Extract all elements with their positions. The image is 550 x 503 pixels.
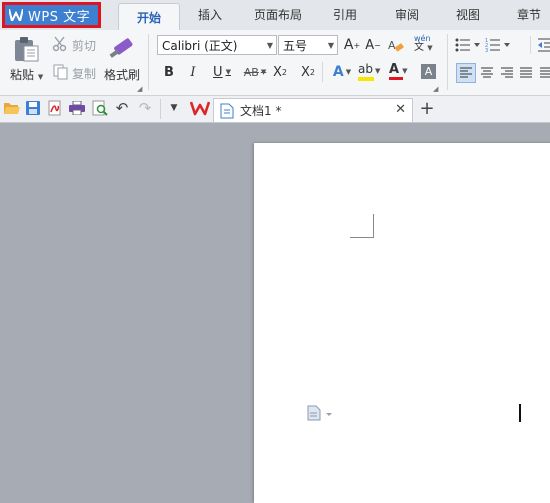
highlight-icon[interactable]: ab ▼ — [358, 62, 386, 82]
bullet-list-icon[interactable] — [455, 37, 481, 53]
font-color-bar — [389, 77, 403, 80]
close-icon[interactable]: ✕ — [395, 102, 406, 117]
redo-icon[interactable]: ↷ — [137, 99, 153, 117]
increase-font-icon[interactable]: A + — [343, 36, 361, 54]
font-family-select[interactable]: Calibri (正文) ▼ — [157, 35, 277, 55]
print-preview-icon[interactable] — [92, 100, 108, 116]
open-folder-icon[interactable] — [4, 101, 20, 115]
decrease-font-icon[interactable]: A − — [364, 36, 382, 54]
new-tab-icon[interactable]: + — [418, 98, 436, 119]
tab-page-layout[interactable]: 页面布局 — [248, 6, 308, 24]
phonetic-guide-icon[interactable]: wén 文 ▼ — [414, 34, 442, 54]
cut-button[interactable]: 剪切 — [72, 37, 96, 54]
svg-text:3: 3 — [485, 48, 488, 53]
subscript-icon[interactable]: X2 — [300, 64, 316, 80]
format-painter-button[interactable]: 格式刷 — [104, 66, 140, 83]
format-painter-icon[interactable] — [108, 36, 134, 62]
font-color-icon[interactable]: A ▼ — [389, 62, 417, 82]
ribbon-separator — [148, 34, 149, 90]
text-effect-icon[interactable]: A ▼ — [329, 63, 355, 81]
copy-button[interactable]: 复制 — [72, 65, 96, 82]
ribbon-separator — [530, 36, 531, 54]
superscript-icon[interactable]: X2 — [272, 64, 288, 80]
print-icon[interactable] — [69, 100, 85, 116]
clear-format-icon[interactable]: A — [388, 37, 404, 53]
tab-insert[interactable]: 插入 — [190, 6, 230, 24]
tab-chapter[interactable]: 章节 — [508, 6, 550, 24]
strikethrough-icon[interactable]: AB ▼ — [240, 64, 270, 80]
dialog-launcher-icon[interactable]: ◢ — [137, 85, 142, 93]
document-tab-title: 文档1 * — [240, 104, 282, 118]
tab-home[interactable]: 开始 — [118, 3, 180, 31]
decrease-indent-icon[interactable] — [538, 37, 550, 53]
paste-icon[interactable] — [12, 36, 40, 62]
character-shading-icon[interactable]: A — [421, 64, 436, 79]
customize-toolbar-icon[interactable]: ▼ — [167, 101, 181, 115]
tab-view[interactable]: 视图 — [448, 6, 488, 24]
chevron-down-icon: ▼ — [266, 41, 273, 50]
undo-icon[interactable]: ↶ — [114, 99, 130, 117]
document-tab[interactable]: 文档1 * ✕ — [213, 98, 413, 122]
app-title: WPS 文字 — [28, 9, 91, 25]
scissors-icon[interactable] — [52, 36, 68, 52]
dialog-launcher-icon[interactable]: ◢ — [433, 85, 438, 93]
document-icon — [220, 103, 234, 119]
document-page[interactable] — [254, 143, 550, 503]
align-center-icon[interactable] — [478, 64, 496, 82]
export-pdf-icon[interactable] — [47, 100, 63, 116]
align-justify-icon[interactable] — [517, 64, 535, 82]
ribbon-separator — [322, 62, 323, 82]
text-cursor — [519, 404, 521, 422]
tab-references[interactable]: 引用 — [325, 6, 365, 24]
italic-icon[interactable]: I — [186, 64, 200, 80]
underline-icon[interactable]: U ▼ — [210, 64, 234, 80]
paste-button[interactable]: 粘贴 ▼ — [10, 66, 43, 83]
ribbon-separator — [447, 34, 448, 90]
distributed-align-icon[interactable] — [537, 64, 550, 82]
align-right-icon[interactable] — [498, 64, 516, 82]
chevron-down-icon: ▼ — [327, 41, 334, 50]
font-size-select[interactable]: 五号 ▼ — [278, 35, 338, 55]
wps-home-icon[interactable] — [189, 100, 211, 116]
toolbar-separator — [160, 99, 161, 119]
paste-options-icon[interactable] — [307, 405, 333, 421]
save-icon[interactable] — [26, 101, 40, 115]
highlight-color-bar — [358, 77, 374, 81]
align-left-icon[interactable] — [456, 63, 476, 83]
margin-corner-marker — [350, 214, 374, 238]
svg-text:A: A — [388, 39, 396, 52]
copy-icon[interactable] — [52, 64, 68, 80]
numbered-list-icon[interactable]: 123 — [485, 37, 511, 54]
wps-logo-icon — [9, 8, 23, 22]
tab-review[interactable]: 审阅 — [387, 6, 427, 24]
app-menu-button[interactable]: WPS 文字 — [2, 2, 101, 28]
bold-icon[interactable]: B — [162, 64, 176, 80]
chevron-down-icon: ▼ — [37, 73, 44, 81]
